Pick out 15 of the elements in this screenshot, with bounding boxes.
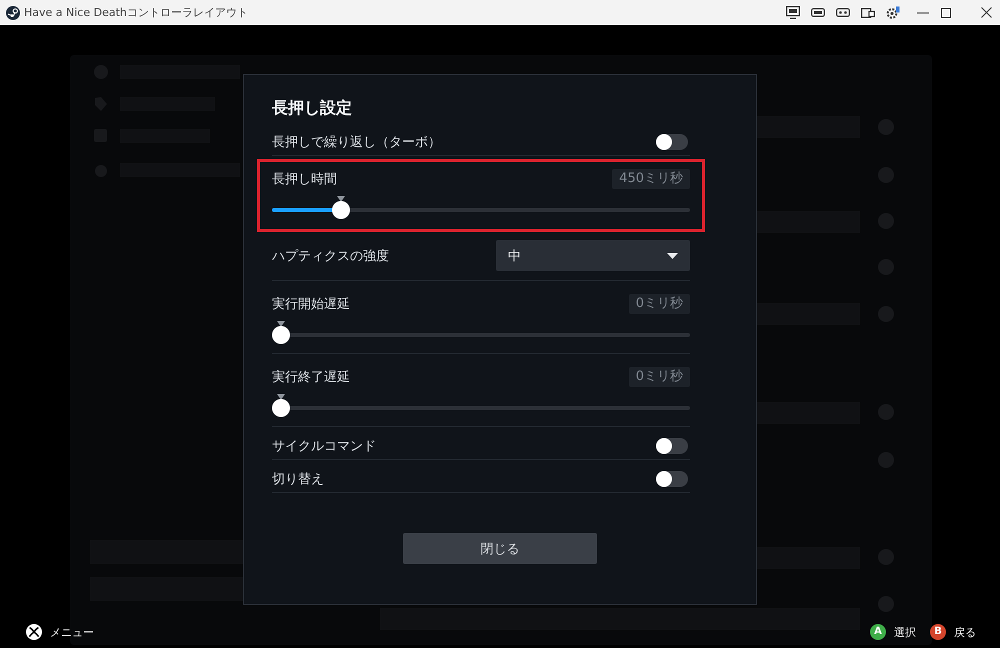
minimize-icon[interactable] bbox=[917, 12, 929, 14]
gamepad-key-badge: B bbox=[930, 624, 946, 640]
window-title: Have a Nice Deathコントローラレイアウト bbox=[24, 5, 249, 20]
hint-label: 選択 bbox=[894, 624, 916, 640]
gear-icon[interactable] bbox=[886, 6, 900, 20]
monitor-icon[interactable] bbox=[786, 6, 800, 19]
close-icon[interactable] bbox=[981, 7, 992, 18]
gamepad-icon[interactable] bbox=[811, 8, 825, 17]
hint-label: 戻る bbox=[954, 624, 976, 640]
steam-logo-icon bbox=[6, 6, 20, 20]
gamepad-icon[interactable] bbox=[836, 8, 850, 17]
xbox-logo-icon bbox=[26, 624, 42, 640]
maximize-icon[interactable] bbox=[941, 8, 951, 18]
window-icon[interactable] bbox=[861, 8, 875, 18]
menu-hint-label: メニュー bbox=[50, 624, 94, 640]
